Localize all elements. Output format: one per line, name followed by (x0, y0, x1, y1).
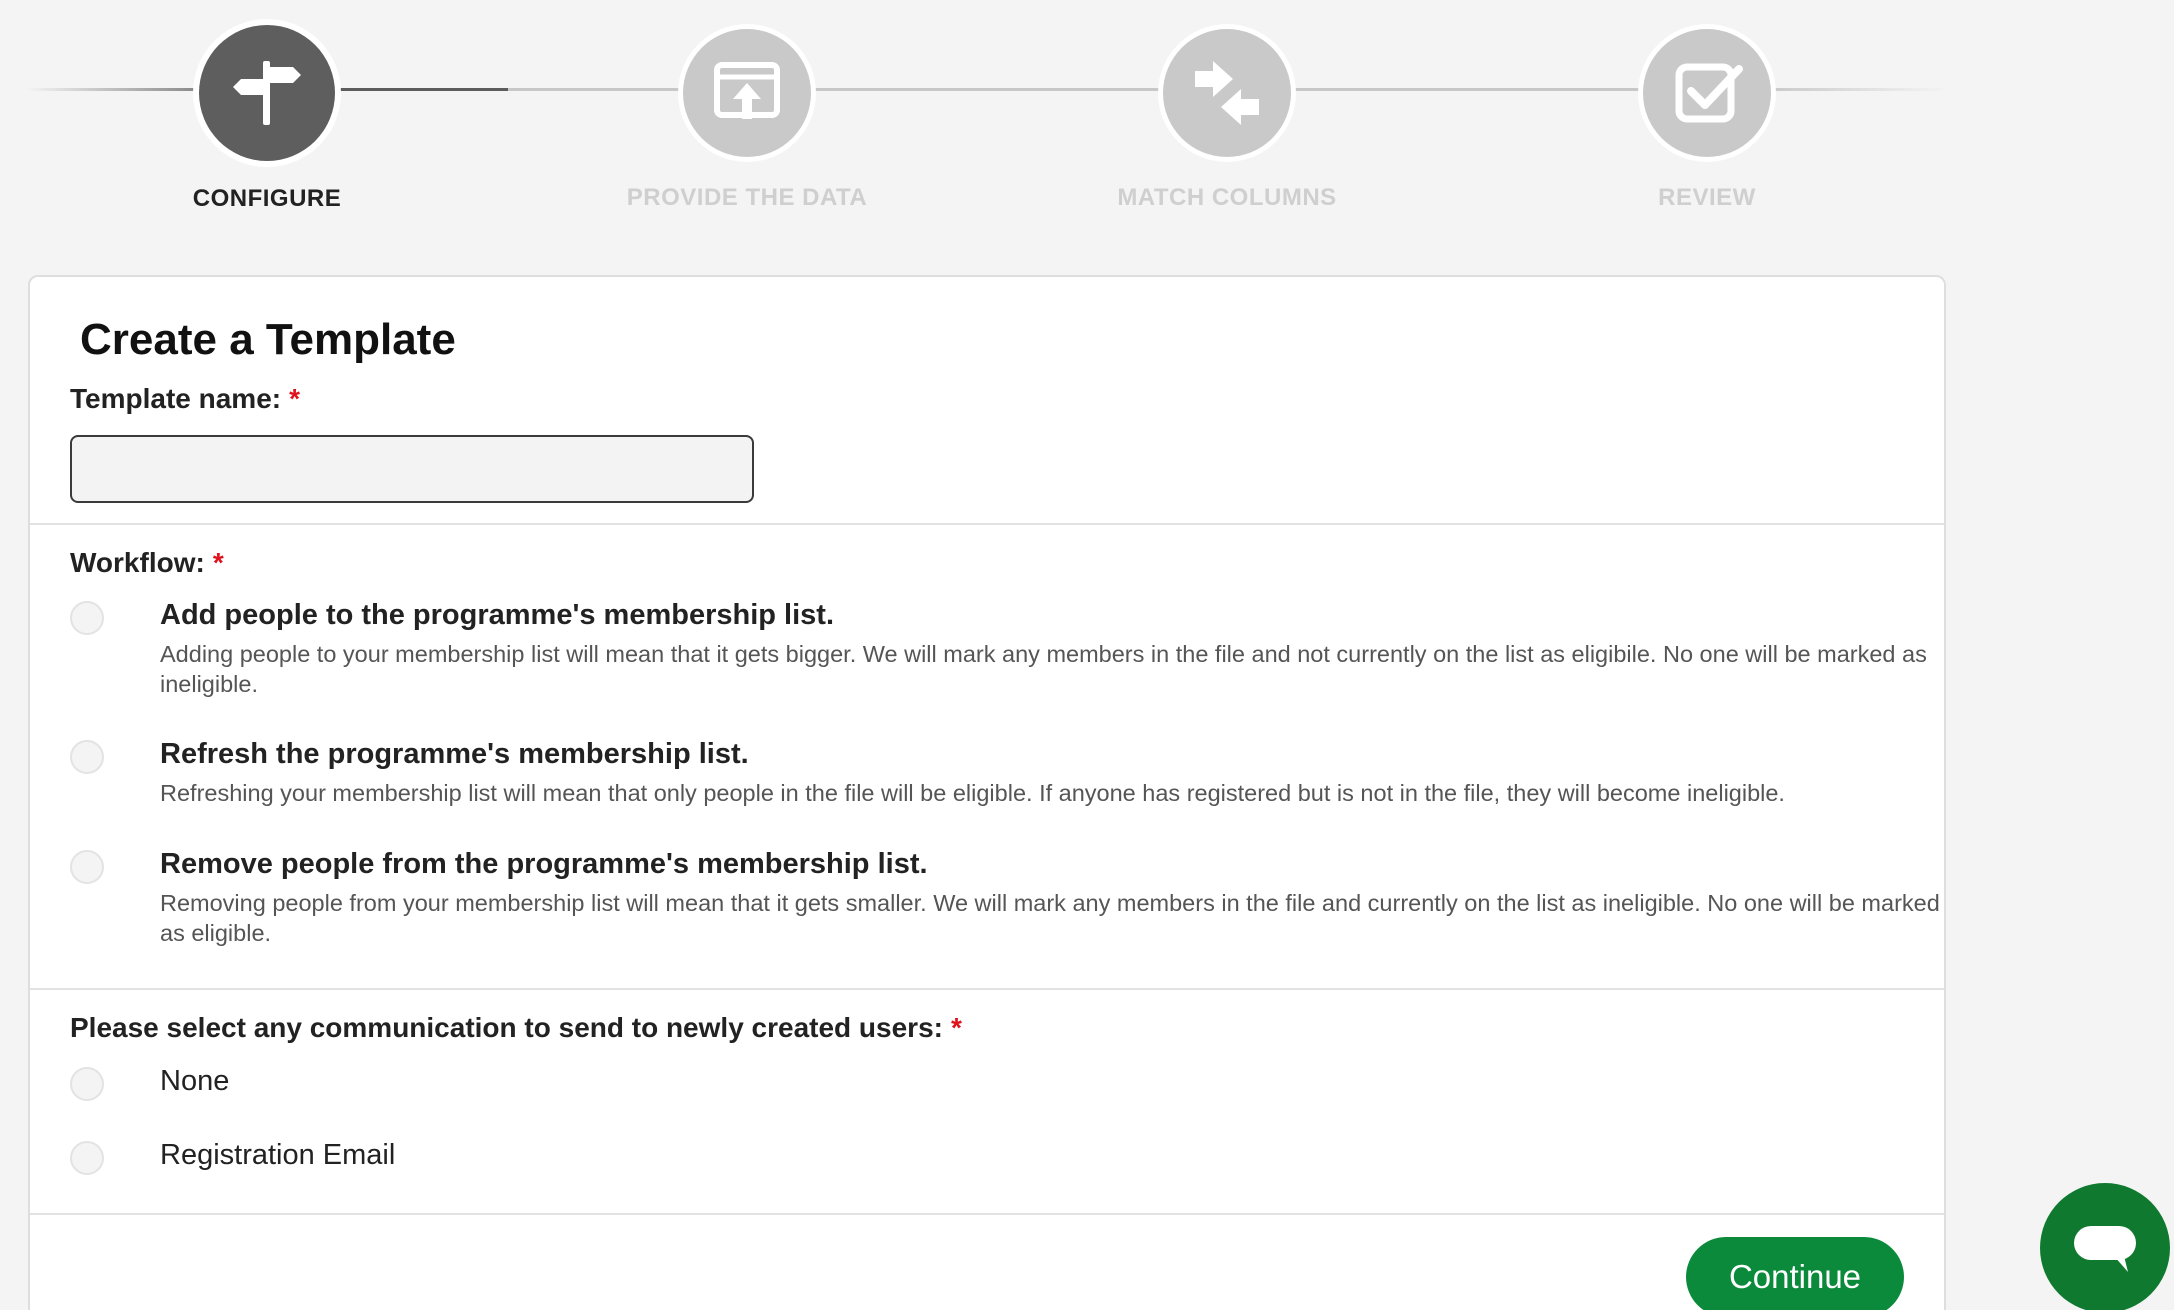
workflow-label: Workflow: * (70, 547, 224, 579)
workflow-add-radio[interactable] (70, 601, 104, 635)
section-divider (30, 988, 1944, 990)
workflow-option-description: Adding people to your membership list wi… (160, 641, 1927, 697)
workflow-option-title: Refresh the programme's membership list. (160, 738, 749, 770)
step-provide-data-circle (678, 24, 816, 162)
step-configure-circle (193, 19, 341, 167)
step-label: PROVIDE THE DATA (626, 184, 868, 211)
swap-arrows-icon (1195, 61, 1259, 125)
workflow-remove-radio[interactable] (70, 850, 104, 884)
template-name-label: Template name: * (70, 383, 300, 415)
communication-none-radio[interactable] (70, 1067, 104, 1101)
step-provide-data[interactable]: PROVIDE THE DATA (587, 0, 907, 212)
workflow-option-description: Refreshing your membership list will mea… (160, 780, 1785, 806)
chat-launcher-button[interactable] (2040, 1183, 2170, 1310)
communication-label-text: Please select any communication to send … (70, 1012, 943, 1043)
workflow-label-text: Workflow: (70, 547, 205, 578)
step-match-columns-circle (1158, 24, 1296, 162)
communication-option-label: None (160, 1065, 230, 1097)
step-review-circle (1638, 24, 1776, 162)
progress-stepper: CONFIGURE PROVIDE THE DATA MATCH COLUMNS… (0, 0, 1960, 240)
section-divider (30, 523, 1944, 525)
template-form-card: Create a Template Template name: * Workfl… (28, 275, 1946, 1310)
required-mark: * (950, 1012, 962, 1043)
continue-button[interactable]: Continue (1686, 1237, 1904, 1310)
communication-registration-email-radio[interactable] (70, 1141, 104, 1175)
template-name-label-text: Template name: (70, 383, 282, 414)
page-title: Create a Template (80, 315, 456, 364)
step-label: MATCH COLUMNS (1117, 184, 1337, 211)
communication-option-label: Registration Email (160, 1139, 396, 1171)
upload-window-icon (714, 62, 780, 119)
communication-label: Please select any communication to send … (70, 1012, 962, 1044)
required-mark: * (289, 383, 300, 414)
workflow-refresh-radio[interactable] (70, 740, 104, 774)
checkbox-icon (1675, 63, 1743, 123)
step-review[interactable]: REVIEW (1547, 0, 1867, 212)
step-configure[interactable]: CONFIGURE (107, 0, 427, 213)
step-label: CONFIGURE (192, 185, 342, 212)
required-mark: * (212, 547, 224, 578)
step-match-columns[interactable]: MATCH COLUMNS (1067, 0, 1387, 212)
workflow-option-description: Removing people from your membership lis… (160, 890, 1940, 946)
signpost-icon (233, 61, 301, 125)
step-label: REVIEW (1658, 184, 1756, 211)
template-name-input[interactable] (70, 435, 754, 503)
section-divider (30, 1213, 1944, 1215)
workflow-option-title: Remove people from the programme's membe… (160, 848, 928, 880)
page: CONFIGURE PROVIDE THE DATA MATCH COLUMNS… (0, 0, 2174, 1310)
workflow-option-title: Add people to the programme's membership… (160, 599, 835, 631)
chat-bubble-icon (2074, 1226, 2136, 1272)
